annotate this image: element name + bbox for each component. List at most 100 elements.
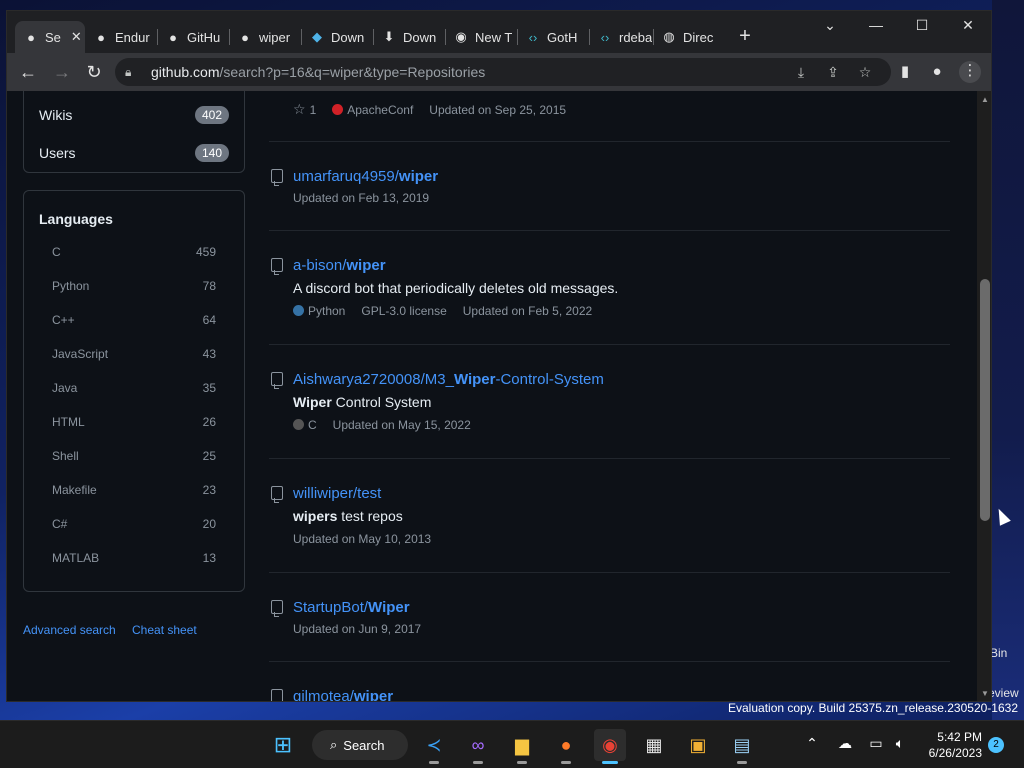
lock-icon[interactable]: 🔒︎: [125, 65, 141, 80]
tab-strip: ● Se ✕ ● Endur ● GitHu ● wiper ◆ Down ⬇ …: [7, 11, 991, 53]
repo-icon: [271, 486, 283, 503]
language-item-cpp[interactable]: C++ 64: [52, 313, 216, 327]
updated-date: Updated on Sep 25, 2015: [429, 102, 567, 117]
repo-icon: [271, 600, 283, 617]
new-tab-button[interactable]: +: [734, 25, 756, 47]
repo-description: wipers test repos: [293, 508, 403, 524]
windows-store-icon[interactable]: ▦: [638, 729, 670, 761]
chrome-icon[interactable]: ◉: [594, 729, 626, 764]
result-divider: [269, 230, 950, 231]
result-meta: C Updated on May 15, 2022: [293, 418, 471, 432]
stars[interactable]: ☆ 1: [293, 101, 316, 118]
repo-icon: [271, 689, 283, 701]
repo-link[interactable]: a-bison/wiper: [293, 257, 386, 274]
scroll-up-arrow[interactable]: ▲: [980, 95, 990, 104]
language-color-dot: [293, 305, 304, 316]
download-icon: ⬇: [383, 29, 395, 44]
maximize-button[interactable]: ☐: [907, 17, 937, 37]
vscode-icon[interactable]: ≺: [418, 729, 450, 764]
page-scrollbar[interactable]: ▲ ▼: [977, 91, 991, 701]
microsoft-store-icon[interactable]: ▣: [682, 729, 714, 761]
profile-icon[interactable]: ●: [927, 62, 947, 82]
language-item-java[interactable]: Java 35: [52, 381, 216, 395]
scroll-down-arrow[interactable]: ▼: [980, 689, 990, 698]
language-item-shell[interactable]: Shell 25: [52, 449, 216, 463]
star-icon: ☆: [293, 101, 306, 117]
repo-description: Wiper Control System: [293, 394, 432, 410]
chevron-up-icon[interactable]: ⌃: [802, 735, 822, 752]
close-icon[interactable]: ✕: [71, 29, 82, 45]
tab-new-tab[interactable]: ◉ New T: [445, 23, 517, 51]
languages-title: Languages: [39, 211, 113, 227]
result-divider: [269, 141, 950, 142]
tab-github[interactable]: ● GitHu: [157, 23, 229, 51]
start-button[interactable]: ⊞: [267, 729, 299, 761]
code-icon: ‹›: [528, 29, 538, 45]
bookmark-star-icon[interactable]: ☆: [855, 62, 875, 82]
side-panel-icon[interactable]: ▮: [895, 62, 915, 82]
reload-button[interactable]: ↻: [83, 61, 105, 83]
resource-monitor-icon[interactable]: ▤: [726, 729, 758, 764]
clock[interactable]: 5:42 PM 6/26/2023: [918, 729, 982, 761]
desktop-edge: [992, 0, 1024, 720]
language-item-makefile[interactable]: Makefile 23: [52, 483, 216, 497]
tab-github-search[interactable]: ● Se ✕: [15, 21, 85, 53]
repo-link[interactable]: williwiper/test: [293, 485, 381, 502]
browser-toolbar: ← → ↻ 🔒︎ github.com/search?p=16&q=wiper&…: [7, 53, 991, 91]
install-app-icon[interactable]: ⤓: [791, 62, 811, 82]
volume-icon[interactable]: 🔈︎: [890, 735, 910, 752]
recycle-bin-label[interactable]: Bin: [990, 646, 1007, 660]
cheat-sheet-link[interactable]: Cheat sheet: [132, 623, 197, 637]
users-counter: 140: [194, 144, 229, 162]
repo-link[interactable]: Aishwarya2720008/M3_Wiper-Control-System: [293, 371, 604, 388]
share-icon[interactable]: ⇪: [823, 62, 843, 82]
taskbar-search[interactable]: ⌕ Search: [312, 730, 408, 760]
network-icon[interactable]: ▭: [866, 735, 886, 752]
onedrive-icon[interactable]: ☁: [835, 735, 855, 752]
repo-link[interactable]: StartupBot/Wiper: [293, 599, 410, 616]
browser-window: ● Se ✕ ● Endur ● GitHu ● wiper ◆ Down ⬇ …: [6, 10, 992, 702]
language-item-c[interactable]: C 459: [52, 245, 216, 259]
notification-badge[interactable]: 2: [988, 737, 1004, 753]
repo-license: GPL-3.0 license: [361, 304, 447, 318]
back-button[interactable]: ←: [17, 61, 39, 83]
updated-date: Updated on May 15, 2022: [332, 418, 471, 432]
language-item-matlab[interactable]: MATLAB 13: [52, 551, 216, 565]
file-explorer-icon[interactable]: ▆: [506, 729, 538, 764]
scroll-thumb[interactable]: [980, 279, 990, 521]
language-item-javascript[interactable]: JavaScript 43: [52, 347, 216, 361]
wikis-counter: 402: [194, 106, 229, 124]
close-window-button[interactable]: ✕: [953, 17, 983, 37]
tab-github-endur[interactable]: ● Endur: [85, 23, 157, 51]
repo-link[interactable]: umarfaruq4959/wiper: [293, 168, 438, 185]
result-meta: Updated on Jun 9, 2017: [293, 622, 421, 636]
tab-download-1[interactable]: ◆ Down: [301, 23, 373, 51]
firefox-icon[interactable]: ●: [550, 729, 582, 764]
minimize-button[interactable]: —: [861, 17, 891, 37]
advanced-search-link[interactable]: Advanced search: [23, 623, 116, 637]
updated-date: Updated on Feb 13, 2019: [293, 191, 430, 205]
tab-rdeba[interactable]: ‹› rdeba: [589, 23, 661, 51]
search-icon: ⌕: [330, 737, 338, 752]
tab-download-2[interactable]: ⬇ Down: [373, 23, 445, 51]
filter-users[interactable]: Users 140: [39, 144, 229, 162]
taskbar: ⊞ ⌕ Search ≺ ∞ ▆ ● ◉ ▦ ▣ ▤ ⌃ ☁ ▭ 🔈︎ 5:42…: [0, 720, 1024, 768]
tab-goth[interactable]: ‹› GotH: [517, 23, 589, 51]
visual-studio-icon[interactable]: ∞: [462, 729, 494, 764]
url-text[interactable]: github.com/search?p=16&q=wiper&type=Repo…: [151, 64, 485, 80]
tab-github-wiper[interactable]: ● wiper: [229, 23, 301, 51]
repo-icon: [271, 372, 283, 389]
download-chevron-icon: ◆: [312, 29, 322, 44]
language-item-html[interactable]: HTML 26: [52, 415, 216, 429]
address-bar[interactable]: 🔒︎ github.com/search?p=16&q=wiper&type=R…: [115, 58, 891, 86]
repo-link[interactable]: gjlmotea/wiper: [293, 688, 393, 701]
tab-direc[interactable]: ◍ Direc: [653, 23, 725, 51]
language-item-csharp[interactable]: C# 20: [52, 517, 216, 531]
menu-icon[interactable]: ⋮: [959, 61, 981, 83]
tab-search-icon[interactable]: ⌄: [815, 17, 845, 37]
filter-wikis[interactable]: Wikis 402: [39, 106, 229, 124]
forward-button[interactable]: →: [51, 61, 73, 83]
code-icon: ‹›: [600, 29, 610, 45]
language-color-dot: [293, 419, 304, 430]
language-item-python[interactable]: Python 78: [52, 279, 216, 293]
